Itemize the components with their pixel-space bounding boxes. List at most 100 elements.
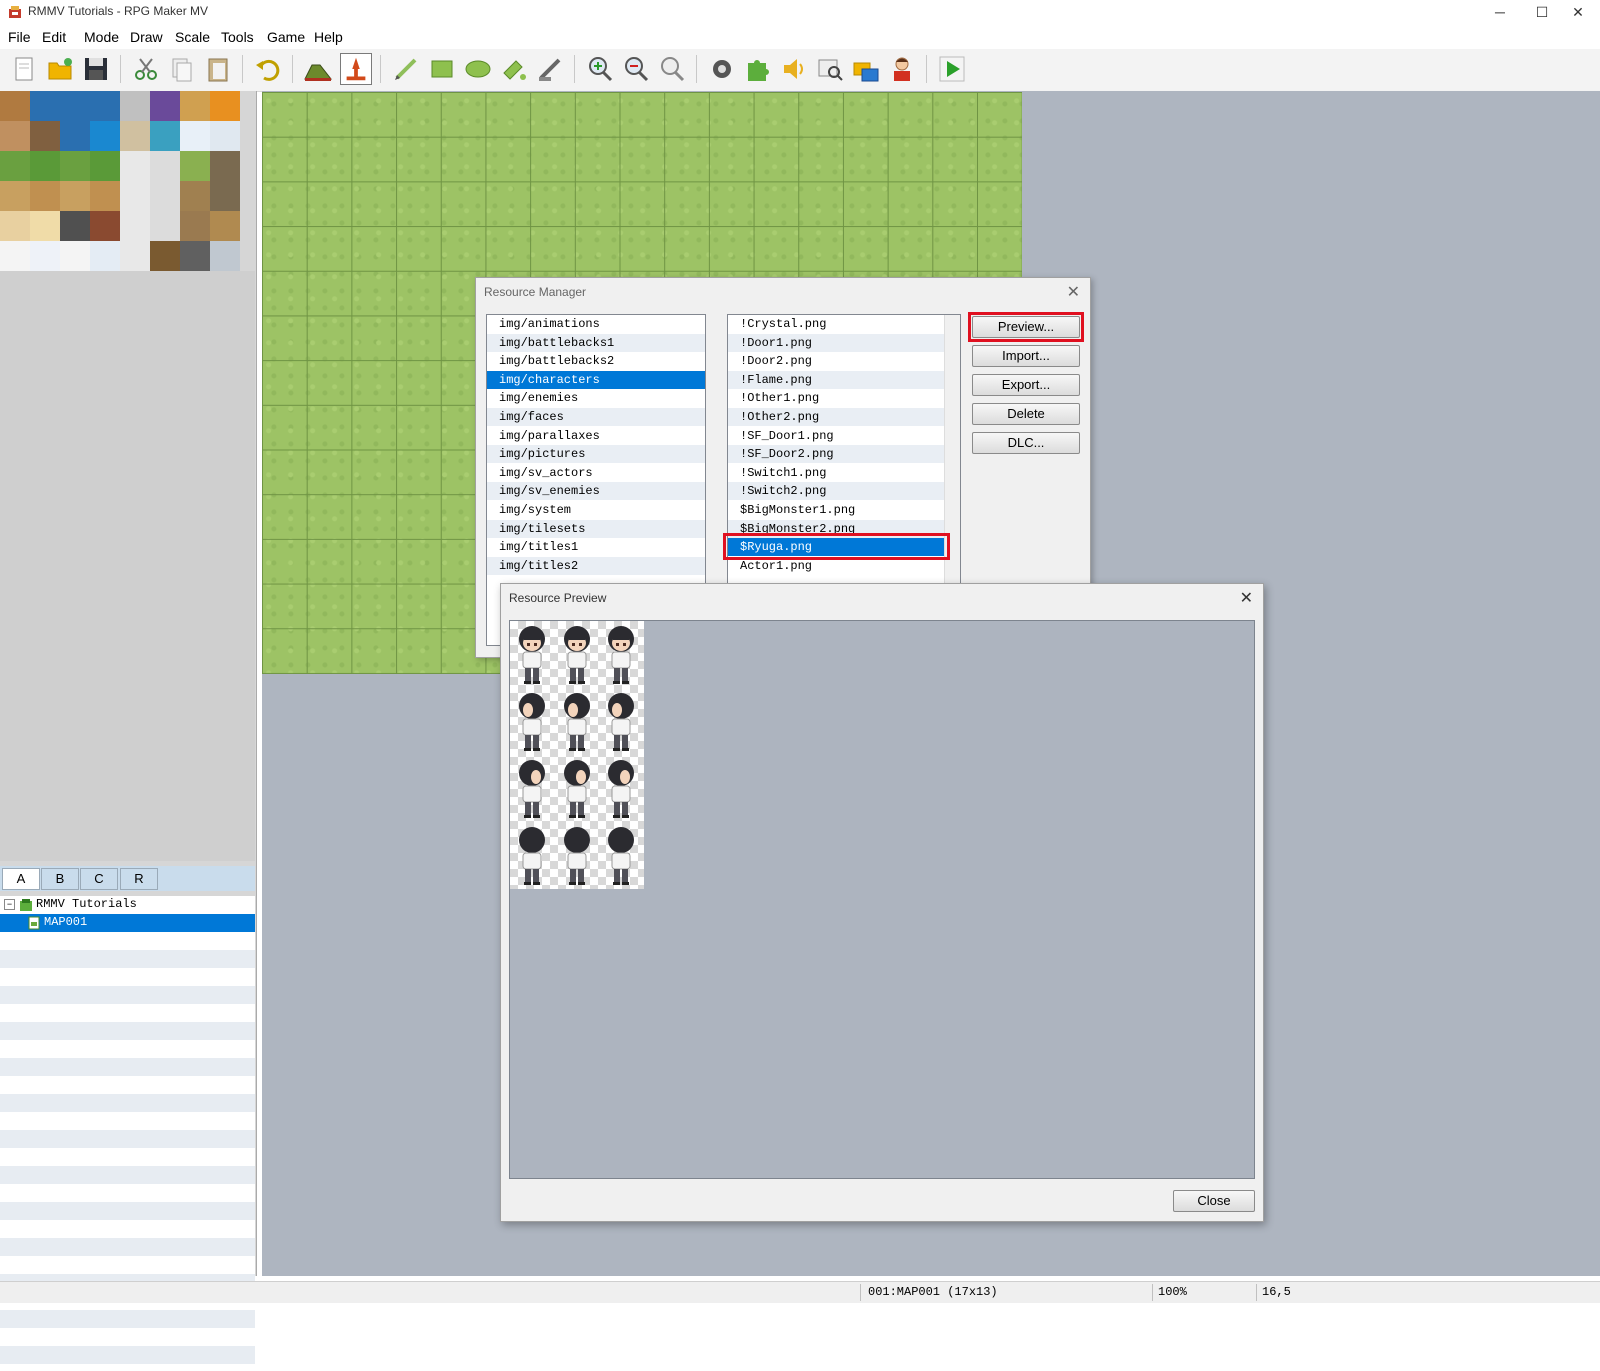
tile[interactable] <box>0 91 30 121</box>
folder-item[interactable]: img/animations <box>487 315 705 333</box>
tile[interactable] <box>30 211 60 241</box>
tile[interactable] <box>150 91 180 121</box>
folder-item[interactable]: img/parallaxes <box>487 427 705 445</box>
folder-item[interactable]: img/system <box>487 501 705 519</box>
shadow-pen-icon[interactable] <box>534 53 566 85</box>
tile[interactable] <box>0 241 30 271</box>
menu-scale[interactable]: Scale <box>175 29 210 45</box>
folder-item[interactable]: img/pictures <box>487 445 705 464</box>
copy-icon[interactable] <box>166 53 198 85</box>
tile[interactable] <box>30 181 60 211</box>
tile[interactable] <box>180 121 210 151</box>
playtest-icon[interactable] <box>936 53 968 85</box>
folder-item[interactable]: img/battlebacks1 <box>487 333 705 352</box>
event-searcher-icon[interactable] <box>814 53 846 85</box>
minimize-button[interactable]: ─ <box>1478 0 1522 24</box>
tile[interactable] <box>120 241 150 271</box>
file-item[interactable]: !Switch2.png <box>728 482 960 501</box>
tile[interactable] <box>30 121 60 151</box>
file-item[interactable]: !Other2.png <box>728 408 960 426</box>
tile[interactable] <box>90 91 120 121</box>
window-close-button[interactable]: ✕ <box>1556 0 1600 24</box>
folder-item[interactable]: img/titles2 <box>487 556 705 575</box>
tile[interactable] <box>30 241 60 271</box>
close-button[interactable]: Close <box>1173 1190 1255 1212</box>
file-item[interactable]: !Crystal.png <box>728 315 960 333</box>
tile[interactable] <box>120 151 150 181</box>
map-mode-icon[interactable] <box>302 53 334 85</box>
collapse-icon[interactable]: − <box>4 899 15 910</box>
tile[interactable] <box>60 241 90 271</box>
tile[interactable] <box>150 121 180 151</box>
folder-item[interactable]: img/titles1 <box>487 538 705 556</box>
database-icon[interactable] <box>706 53 738 85</box>
undo-icon[interactable] <box>252 53 284 85</box>
tile[interactable] <box>180 151 210 181</box>
new-project-icon[interactable] <box>8 53 40 85</box>
paste-icon[interactable] <box>202 53 234 85</box>
file-item[interactable]: !Switch1.png <box>728 464 960 482</box>
tile[interactable] <box>90 211 120 241</box>
folder-item[interactable]: img/faces <box>487 408 705 426</box>
tile[interactable] <box>60 181 90 211</box>
menu-draw[interactable]: Draw <box>130 29 163 45</box>
tile[interactable] <box>120 181 150 211</box>
file-item[interactable]: !Flame.png <box>728 370 960 389</box>
tile[interactable] <box>180 181 210 211</box>
tab-c[interactable]: C <box>80 868 118 890</box>
save-project-icon[interactable] <box>80 53 112 85</box>
folder-item-selected[interactable]: img/characters <box>487 370 705 389</box>
menu-game[interactable]: Game <box>267 29 305 45</box>
file-item[interactable]: !SF_Door1.png <box>728 427 960 445</box>
tile[interactable] <box>60 151 90 181</box>
tile[interactable] <box>150 211 180 241</box>
file-item[interactable]: $BigMonster1.png <box>728 501 960 519</box>
tile[interactable] <box>0 151 30 181</box>
tile[interactable] <box>0 121 30 151</box>
tile[interactable] <box>210 181 240 211</box>
resource-preview-close-icon[interactable]: ✕ <box>1240 588 1253 608</box>
tile[interactable] <box>30 151 60 181</box>
tile[interactable] <box>90 181 120 211</box>
folder-item[interactable]: img/tilesets <box>487 519 705 538</box>
pencil-icon[interactable] <box>390 53 422 85</box>
tab-a[interactable]: A <box>2 868 40 890</box>
file-item[interactable]: !Door1.png <box>728 333 960 352</box>
plugin-manager-icon[interactable] <box>742 53 774 85</box>
tile[interactable] <box>180 241 210 271</box>
folder-item[interactable]: img/enemies <box>487 389 705 407</box>
delete-button[interactable]: Delete <box>972 403 1080 425</box>
menu-mode[interactable]: Mode <box>84 29 119 45</box>
resource-manager-icon[interactable] <box>850 53 882 85</box>
tile[interactable] <box>150 151 180 181</box>
zoom-out-icon[interactable] <box>620 53 652 85</box>
sound-test-icon[interactable] <box>778 53 810 85</box>
import-button[interactable]: Import... <box>972 345 1080 367</box>
tree-map-row[interactable]: MAP001 <box>0 914 255 932</box>
menu-file[interactable]: File <box>8 29 31 45</box>
tile[interactable] <box>210 121 240 151</box>
tile[interactable] <box>210 211 240 241</box>
file-item[interactable]: !Door2.png <box>728 352 960 370</box>
tile[interactable] <box>210 151 240 181</box>
tile-palette[interactable] <box>0 91 240 271</box>
tile[interactable] <box>150 241 180 271</box>
resource-manager-close-icon[interactable]: ✕ <box>1067 282 1080 302</box>
folder-item[interactable]: img/sv_enemies <box>487 482 705 501</box>
event-mode-icon[interactable] <box>340 53 372 85</box>
ellipse-icon[interactable] <box>462 53 494 85</box>
tile[interactable] <box>90 121 120 151</box>
folder-item[interactable]: img/battlebacks2 <box>487 352 705 370</box>
tile[interactable] <box>120 91 150 121</box>
file-item[interactable]: !SF_Door2.png <box>728 445 960 464</box>
character-generator-icon[interactable] <box>886 53 918 85</box>
menu-edit[interactable]: Edit <box>42 29 66 45</box>
tile[interactable] <box>30 91 60 121</box>
export-button[interactable]: Export... <box>972 374 1080 396</box>
open-project-icon[interactable] <box>44 53 76 85</box>
actual-size-icon[interactable] <box>656 53 688 85</box>
tile[interactable] <box>60 91 90 121</box>
tree-project-row[interactable]: − RMMV Tutorials <box>0 896 255 914</box>
tile[interactable] <box>90 241 120 271</box>
tile[interactable] <box>120 211 150 241</box>
